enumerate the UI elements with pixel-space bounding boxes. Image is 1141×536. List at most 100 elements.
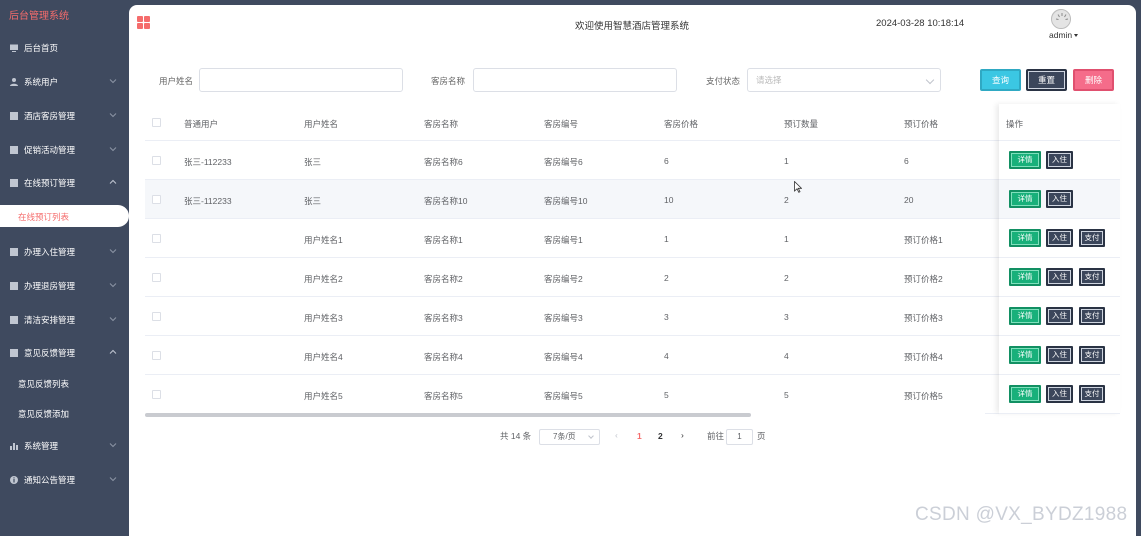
avatar[interactable] bbox=[1051, 9, 1071, 29]
sidebar: 后台管理系统 后台首页 系统用户 酒店客房管理 促销活动管理 在线预订管理 在线… bbox=[0, 0, 129, 536]
column-header[interactable]: 客房名称 bbox=[424, 118, 458, 130]
goto-page-input[interactable]: 1 bbox=[726, 429, 753, 445]
column-header[interactable]: 客房价格 bbox=[664, 118, 698, 130]
pay-status-label: 支付状态 bbox=[706, 76, 741, 86]
cell-user: 张三-112233 bbox=[184, 157, 232, 167]
cell-room: 客房名称6 bbox=[424, 157, 463, 167]
sidebar-item-feedback[interactable]: 意见反馈管理 bbox=[0, 343, 129, 363]
room-name-input[interactable] bbox=[473, 68, 677, 92]
detail-button[interactable]: 详情 bbox=[1009, 190, 1041, 208]
sidebar-item-label: 通知公告管理 bbox=[24, 475, 76, 485]
monitor-icon bbox=[9, 43, 19, 53]
pay-button[interactable]: 支付 bbox=[1079, 307, 1105, 325]
row-checkbox[interactable] bbox=[152, 273, 161, 282]
sidebar-item-label: 酒店客房管理 bbox=[24, 111, 76, 121]
sidebar-item-room-manage[interactable]: 酒店客房管理 bbox=[0, 106, 129, 126]
row-checkbox[interactable] bbox=[152, 390, 161, 399]
checkin-button[interactable]: 入住 bbox=[1046, 151, 1073, 169]
table-row[interactable]: 用户姓名4 客房名称4 客房编号4 4 4 预订价格4 bbox=[145, 336, 1120, 375]
table-row[interactable]: 用户姓名2 客房名称2 客房编号2 2 2 预订价格2 bbox=[145, 258, 1120, 297]
sidebar-item-label: 办理退房管理 bbox=[24, 281, 76, 291]
column-header[interactable]: 预订价格 bbox=[904, 118, 938, 130]
sidebar-item-online-booking[interactable]: 在线预订管理 bbox=[0, 173, 129, 193]
chevron-down-icon bbox=[109, 315, 117, 323]
pay-status-select[interactable]: 请选择 bbox=[747, 68, 941, 92]
sidebar-item-system-manage[interactable]: 系统管理 bbox=[0, 436, 129, 456]
sidebar-item-checkin[interactable]: 办理入住管理 bbox=[0, 242, 129, 262]
checkin-button[interactable]: 入住 bbox=[1046, 190, 1073, 208]
cell-name: 用户姓名3 bbox=[304, 313, 343, 323]
pay-button[interactable]: 支付 bbox=[1079, 346, 1105, 364]
table-row[interactable]: 用户姓名5 客房名称5 客房编号5 5 5 预订价格5 bbox=[145, 375, 1120, 414]
cell-total: 20 bbox=[904, 195, 914, 205]
detail-button[interactable]: 详情 bbox=[1009, 385, 1041, 403]
detail-button[interactable]: 详情 bbox=[1009, 151, 1041, 169]
pay-button[interactable]: 支付 bbox=[1079, 268, 1105, 286]
reset-button[interactable]: 重置 bbox=[1026, 69, 1067, 91]
user-menu[interactable]: admin bbox=[1049, 30, 1079, 40]
row-checkbox[interactable] bbox=[152, 234, 161, 243]
next-page-icon[interactable]: › bbox=[681, 430, 684, 440]
action-column: 操作 详情 入住 详情 入住 详情 入住 支付 详情 入住 支付 详情 入住 支… bbox=[999, 104, 1120, 414]
pay-button[interactable]: 支付 bbox=[1079, 229, 1105, 247]
row-checkbox[interactable] bbox=[152, 351, 161, 360]
pay-button[interactable]: 支付 bbox=[1079, 385, 1105, 403]
cell-name: 张三 bbox=[304, 196, 322, 206]
sidebar-item-checkout[interactable]: 办理退房管理 bbox=[0, 276, 129, 296]
prev-page-icon[interactable]: ‹ bbox=[615, 430, 618, 440]
action-row: 详情 入住 支付 bbox=[999, 258, 1120, 297]
checkin-button[interactable]: 入住 bbox=[1046, 268, 1073, 286]
sidebar-subitem-booking-list[interactable]: 在线预订列表 bbox=[0, 205, 129, 227]
row-checkbox[interactable] bbox=[152, 312, 161, 321]
checkin-button[interactable]: 入住 bbox=[1046, 229, 1073, 247]
row-checkbox[interactable] bbox=[152, 195, 161, 204]
horizontal-scrollbar[interactable] bbox=[145, 412, 985, 417]
cell-room: 客房名称5 bbox=[424, 391, 463, 401]
column-header[interactable]: 用户姓名 bbox=[304, 118, 338, 130]
sidebar-item-cleaning[interactable]: 清洁安排管理 bbox=[0, 310, 129, 330]
column-header: 操作 bbox=[1006, 119, 1024, 129]
brand-title: 后台管理系统 bbox=[9, 11, 69, 22]
sidebar-subitem-feedback-add[interactable]: 意见反馈添加 bbox=[0, 404, 129, 424]
detail-button[interactable]: 详情 bbox=[1009, 307, 1041, 325]
cell-price: 3 bbox=[664, 312, 669, 322]
select-all-checkbox[interactable] bbox=[152, 118, 161, 127]
chevron-down-icon bbox=[109, 475, 117, 483]
cell-total: 6 bbox=[904, 156, 909, 166]
cell-qty: 2 bbox=[784, 273, 789, 283]
chevron-down-icon bbox=[588, 433, 594, 439]
app-grid-icon[interactable] bbox=[137, 16, 150, 29]
column-header[interactable]: 客房编号 bbox=[544, 118, 578, 130]
sidebar-item-system-users[interactable]: 系统用户 bbox=[0, 72, 129, 92]
user-name-input[interactable] bbox=[199, 68, 403, 92]
row-checkbox[interactable] bbox=[152, 156, 161, 165]
table-row[interactable]: 张三-112233 张三 客房名称10 客房编号10 10 2 20 bbox=[145, 180, 1120, 219]
chevron-up-icon bbox=[109, 348, 117, 356]
cell-name: 张三 bbox=[304, 157, 322, 167]
detail-button[interactable]: 详情 bbox=[1009, 346, 1041, 364]
sidebar-item-home[interactable]: 后台首页 bbox=[0, 38, 129, 58]
table-row[interactable]: 用户姓名3 客房名称3 客房编号3 3 3 预订价格3 bbox=[145, 297, 1120, 336]
sidebar-item-notice[interactable]: 通知公告管理 bbox=[0, 470, 129, 490]
checkin-button[interactable]: 入住 bbox=[1046, 307, 1073, 325]
page-number[interactable]: 2 bbox=[658, 431, 663, 441]
sidebar-item-promotion[interactable]: 促销活动管理 bbox=[0, 140, 129, 160]
column-header[interactable]: 预订数量 bbox=[784, 118, 818, 130]
detail-button[interactable]: 详情 bbox=[1009, 268, 1041, 286]
table-row[interactable]: 张三-112233 张三 客房名称6 客房编号6 6 1 6 bbox=[145, 141, 1120, 180]
datetime: 2024-03-28 10:18:14 bbox=[876, 18, 965, 29]
sidebar-subitem-feedback-list[interactable]: 意见反馈列表 bbox=[0, 374, 129, 394]
delete-button[interactable]: 删除 bbox=[1073, 69, 1114, 91]
scrollbar-thumb[interactable] bbox=[145, 413, 751, 417]
table-header: 普通用户 用户姓名 客房名称 客房编号 客房价格 预订数量 预订价格 bbox=[145, 104, 1120, 141]
column-header[interactable]: 普通用户 bbox=[184, 118, 218, 130]
checkin-button[interactable]: 入住 bbox=[1046, 385, 1073, 403]
page-number-current[interactable]: 1 bbox=[637, 431, 642, 441]
detail-button[interactable]: 详情 bbox=[1009, 229, 1041, 247]
page-size-select[interactable]: 7条/页 bbox=[539, 429, 600, 445]
checkin-button[interactable]: 入住 bbox=[1046, 346, 1073, 364]
query-button[interactable]: 查询 bbox=[980, 69, 1021, 91]
action-row: 详情 入住 支付 bbox=[999, 336, 1120, 375]
action-row: 详情 入住 支付 bbox=[999, 219, 1120, 258]
table-row[interactable]: 用户姓名1 客房名称1 客房编号1 1 1 预订价格1 bbox=[145, 219, 1120, 258]
